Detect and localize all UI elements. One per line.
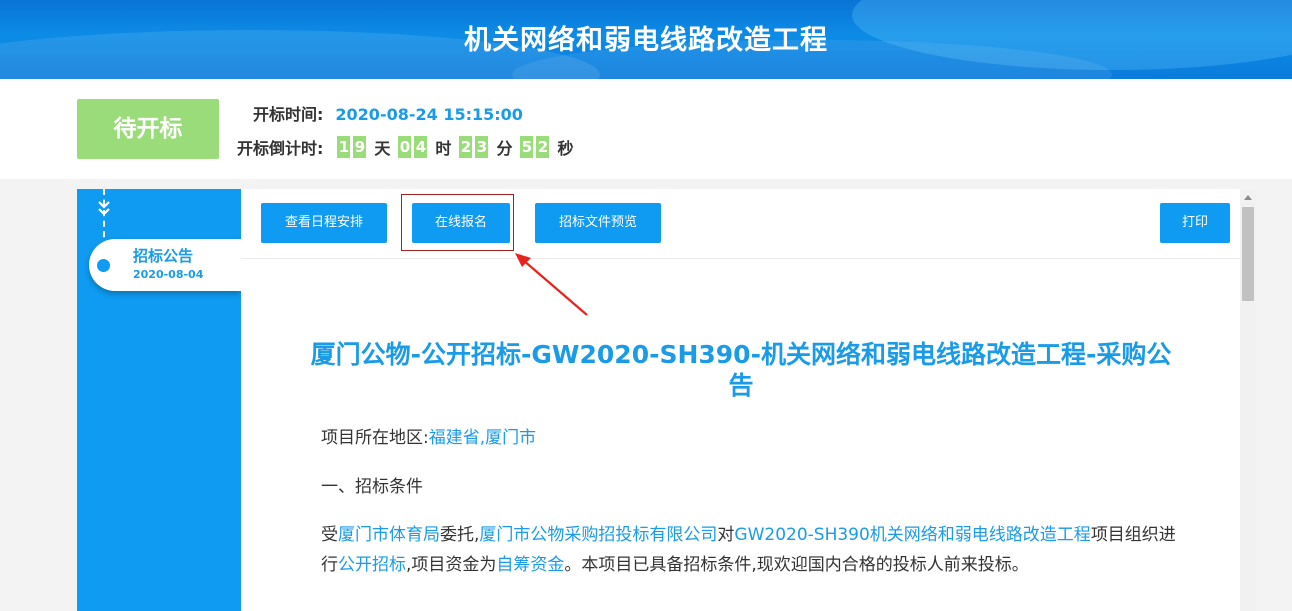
countdown-unit: 时 (435, 139, 452, 158)
status-area: 待开标 开标时间: 2020-08-24 15:15:00 开标倒计时: 1 9 … (0, 79, 1292, 179)
preview-documents-button[interactable]: 招标文件预览 (535, 203, 661, 243)
open-time-label: 开标时间: (253, 105, 324, 124)
countdown-digit: 2 (536, 136, 550, 158)
timeline-item-tender-notice[interactable]: 招标公告 2020-08-04 (89, 239, 241, 291)
agency-link[interactable]: 厦门市公物采购招投标有限公司 (479, 525, 717, 545)
print-button[interactable]: 打印 (1160, 203, 1230, 243)
header-banner: 机关网络和弱电线路改造工程 (0, 0, 1292, 79)
region-label: 项目所在地区: (321, 428, 429, 448)
double-chevron-down-icon (96, 199, 112, 222)
section-heading: 一、招标条件 (321, 477, 423, 497)
scroll-up-arrow-icon[interactable] (1244, 195, 1252, 200)
body-text: 对 (717, 525, 735, 545)
region-link[interactable]: 福建省,厦门市 (429, 428, 536, 448)
vertical-scrollbar[interactable] (1240, 189, 1256, 611)
body-text: 委托, (440, 525, 480, 545)
timeline-panel: 招标公告 2020-08-04 (77, 189, 241, 611)
funding-link[interactable]: 自筹资金 (496, 555, 564, 575)
countdown-unit: 天 (374, 139, 391, 158)
countdown-label: 开标倒计时: (237, 139, 324, 158)
countdown-digit: 9 (353, 136, 367, 158)
countdown-digit: 4 (414, 136, 428, 158)
main-content: 查看日程安排 在线报名 招标文件预览 打印 厦门公物-公开招标-GW2020-S… (241, 189, 1240, 611)
double-chevron-down-icon (98, 201, 110, 216)
online-register-button[interactable]: 在线报名 (412, 203, 510, 243)
toolbar: 查看日程安排 在线报名 招标文件预览 打印 (241, 189, 1240, 259)
body-text: 。本项目已具备招标条件,现欢迎国内合格的投标人前来投标。 (564, 555, 1029, 575)
open-time-value: 2020-08-24 15:15:00 (335, 105, 523, 124)
body-text: ,项目资金为 (406, 555, 497, 575)
timeline-dot-icon (97, 259, 110, 272)
project-link[interactable]: GW2020-SH390机关网络和弱电线路改造工程 (734, 525, 1090, 545)
countdown-digit: 5 (520, 136, 534, 158)
scroll-thumb[interactable] (1242, 207, 1254, 301)
countdown-digit: 3 (475, 136, 489, 158)
buyer-link[interactable]: 厦门市体育局 (338, 525, 440, 545)
status-badge: 待开标 (77, 99, 219, 159)
timeline-item-title: 招标公告 (133, 247, 194, 265)
document-title: 厦门公物-公开招标-GW2020-SH390-机关网络和弱电线路改造工程-采购公… (310, 340, 1172, 400)
countdown-unit: 秒 (557, 139, 574, 158)
page-title: 机关网络和弱电线路改造工程 (464, 25, 828, 56)
open-time-row: 开标时间: 2020-08-24 15:15:00 (253, 101, 523, 125)
view-schedule-button[interactable]: 查看日程安排 (261, 203, 387, 243)
method-link[interactable]: 公开招标 (338, 555, 406, 575)
countdown-digit: 2 (459, 136, 473, 158)
annotation-arrow-icon (515, 253, 588, 316)
project-region: 项目所在地区:福建省,厦门市 (321, 423, 1181, 453)
body-text: 受 (321, 525, 338, 545)
countdown-unit: 分 (496, 139, 513, 158)
countdown-digit: 0 (398, 136, 412, 158)
timeline-item-date: 2020-08-04 (133, 268, 204, 281)
document-body: 受厦门市体育局委托,厦门市公物采购招投标有限公司对GW2020-SH390机关网… (321, 520, 1181, 580)
countdown-row: 开标倒计时: 1 9 天 0 4 时 2 3 分 5 2 秒 (237, 135, 581, 159)
countdown-digit: 1 (337, 136, 351, 158)
